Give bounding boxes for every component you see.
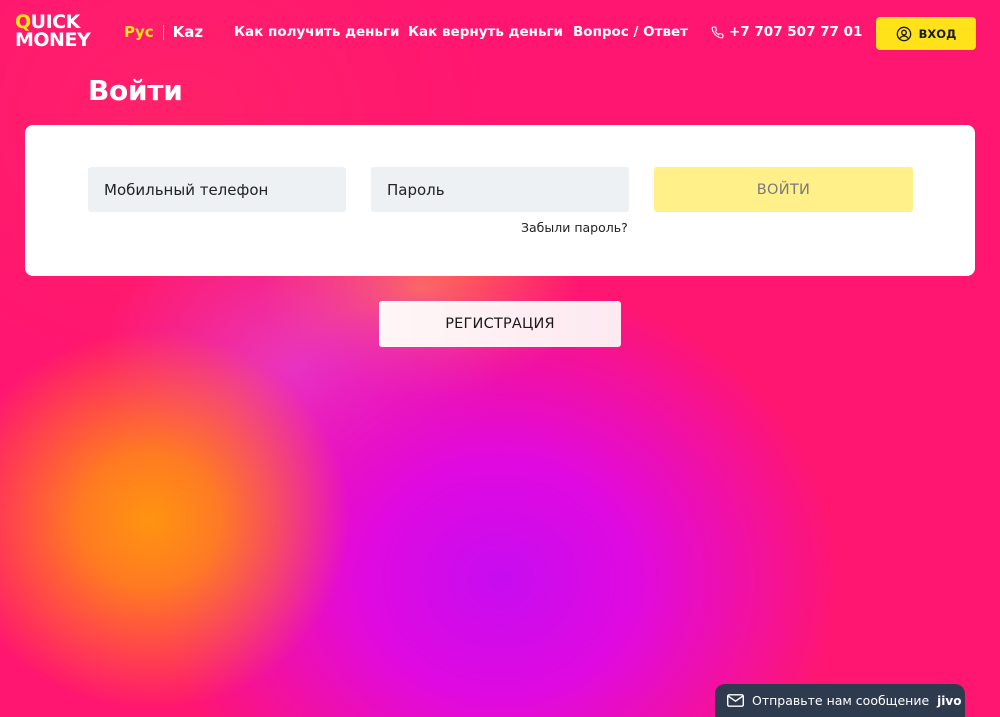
site-header: QUICK MONEY Рус Kaz Как получить деньги … (0, 0, 1000, 66)
phone-number: +7 707 507 77 01 (729, 24, 863, 40)
jivo-logo: jivo (937, 693, 962, 708)
phone-input[interactable] (88, 167, 346, 212)
page-title: Войти (88, 74, 183, 107)
register-button[interactable]: РЕГИСТРАЦИЯ (379, 301, 621, 347)
language-switcher: Рус Kaz (124, 23, 203, 41)
logo-text-2: MONEY (15, 29, 91, 51)
login-form-card: ВОЙТИ Забыли пароль? (25, 125, 975, 276)
chat-widget[interactable]: Отправьте нам сообщение jivo (715, 684, 965, 717)
forgot-password-link[interactable]: Забыли пароль? (521, 220, 628, 235)
password-input[interactable] (371, 167, 629, 212)
login-button[interactable]: ВХОД (876, 17, 976, 50)
nav-how-to-get-money[interactable]: Как получить деньги (234, 24, 400, 40)
chat-label: Отправьте нам сообщение (752, 693, 930, 708)
phone-icon (711, 26, 724, 38)
lang-kz[interactable]: Kaz (173, 23, 203, 41)
login-button-label: ВХОД (918, 26, 957, 41)
submit-login-button[interactable]: ВОЙТИ (654, 167, 913, 212)
lang-ru[interactable]: Рус (124, 23, 154, 41)
lang-divider (162, 24, 164, 40)
nav-how-to-return-money[interactable]: Как вернуть деньги (408, 24, 563, 40)
mail-icon (727, 694, 744, 707)
phone-link[interactable]: +7 707 507 77 01 (711, 24, 862, 40)
nav-faq[interactable]: Вопрос / Ответ (573, 24, 688, 40)
logo[interactable]: QUICK MONEY (15, 13, 105, 51)
user-icon (896, 26, 912, 41)
